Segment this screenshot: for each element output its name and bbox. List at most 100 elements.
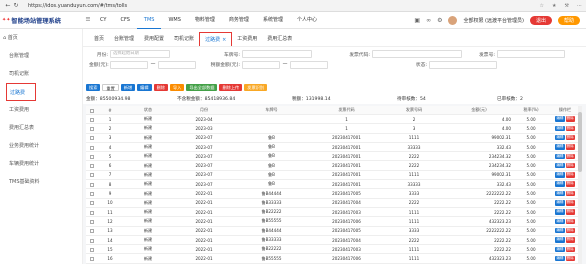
- sidebar-item-home[interactable]: ⌂ 首页: [0, 29, 82, 47]
- add-button[interactable]: 新增: [120, 83, 136, 92]
- row-checkbox[interactable]: [86, 114, 98, 125]
- row-edit-button[interactable]: 编辑: [555, 227, 565, 234]
- amount-max-input[interactable]: [158, 60, 196, 69]
- top-menu-materials[interactable]: 物料管理: [188, 12, 222, 29]
- more-icon[interactable]: ⋯: [577, 3, 582, 9]
- amount-min-input[interactable]: [110, 60, 148, 69]
- row-delete-button[interactable]: 删除: [565, 200, 575, 206]
- row-checkbox[interactable]: [86, 235, 98, 246]
- row-edit-button[interactable]: 编辑: [555, 125, 565, 132]
- refresh-icon[interactable]: ↻: [12, 2, 20, 10]
- column-header[interactable]: 金额(元): [444, 106, 514, 115]
- row-edit-button[interactable]: 编辑: [555, 255, 565, 262]
- star-icon[interactable]: ☆: [540, 3, 544, 9]
- row-checkbox[interactable]: [86, 170, 98, 181]
- row-edit-button[interactable]: 编辑: [555, 162, 565, 169]
- column-header[interactable]: 发票代码: [309, 106, 384, 115]
- link-icon[interactable]: ∞: [426, 17, 431, 24]
- row-checkbox[interactable]: [86, 216, 98, 227]
- row-edit-button[interactable]: 编辑: [555, 190, 565, 197]
- table-row[interactable]: 16 新建 2022-01 鲁B55555 20230417006 1111 432323.…: [86, 253, 582, 264]
- tab-wage-cost[interactable]: 工资费用: [232, 32, 262, 46]
- sidebar-item-driver-account[interactable]: 司机记账: [0, 65, 82, 83]
- avatar[interactable]: [448, 15, 458, 25]
- table-row[interactable]: 8 新建 2023-07 鲁B 20230417001 33333 332.43 5.00 编辑…: [86, 179, 582, 190]
- row-delete-button[interactable]: 删除: [565, 153, 575, 160]
- row-delete-button[interactable]: 删除: [565, 227, 575, 234]
- row-edit-button[interactable]: 编辑: [555, 134, 565, 141]
- table-scrollbar[interactable]: [578, 106, 582, 264]
- top-menu-tms[interactable]: TMS: [136, 12, 162, 29]
- table-row[interactable]: 6 新建 2023-07 鲁B 20230417001 2222 234234.32 5.00…: [86, 160, 582, 171]
- help-button[interactable]: 帮助: [557, 15, 580, 25]
- row-checkbox[interactable]: [86, 123, 98, 134]
- column-header[interactable]: 税率(%): [514, 106, 548, 115]
- sidebar-item-ledger[interactable]: 台账管理: [0, 47, 82, 65]
- table-row[interactable]: 4 新建 2023-07 鲁B 20230417001 33333 332.43 5.00 编辑…: [86, 142, 582, 153]
- collapse-menu-icon[interactable]: ☰: [83, 12, 93, 29]
- sidebar-item-tolls[interactable]: 过路费: [6, 83, 36, 101]
- row-checkbox[interactable]: [86, 244, 98, 255]
- sidebar-item-business-cost-stats[interactable]: 业务费用统计: [0, 137, 82, 155]
- row-checkbox[interactable]: [86, 198, 98, 208]
- row-delete-button[interactable]: 删除: [565, 134, 575, 141]
- row-edit-button[interactable]: 编辑: [555, 181, 565, 187]
- row-delete-button[interactable]: 删除: [565, 181, 575, 187]
- row-checkbox[interactable]: [86, 160, 98, 171]
- row-delete-button[interactable]: 删除: [565, 162, 575, 169]
- row-checkbox[interactable]: [86, 142, 98, 153]
- row-delete-button[interactable]: 删除: [565, 218, 575, 225]
- table-row[interactable]: 9 新建 2022-01 鲁B44444 20230417005 3333 2222222.…: [86, 188, 582, 199]
- row-delete-button[interactable]: 删除: [565, 116, 575, 122]
- top-menu-wms[interactable]: WMS: [161, 12, 187, 29]
- tab-cost-config[interactable]: 费用配置: [139, 32, 169, 46]
- tab-cost-summary[interactable]: 费用汇总表: [262, 32, 297, 46]
- row-edit-button[interactable]: 编辑: [555, 209, 565, 215]
- import-button[interactable]: 导入: [169, 83, 185, 92]
- tax-max-input[interactable]: [290, 60, 328, 69]
- row-edit-button[interactable]: 编辑: [555, 200, 565, 206]
- table-row[interactable]: 11 新建 2022-01 鲁B22222 20230417003 1111 2222.22…: [86, 207, 582, 218]
- tab-home[interactable]: 首页: [89, 32, 109, 46]
- delete-button[interactable]: 删除: [153, 83, 168, 92]
- search-button[interactable]: 搜索: [86, 83, 101, 92]
- table-row[interactable]: 7 新建 2023-07 鲁B 20230417001 1111 99002.31 5.00 编…: [86, 170, 582, 181]
- row-edit-button[interactable]: 编辑: [555, 246, 565, 253]
- row-delete-button[interactable]: 删除: [565, 237, 575, 243]
- tab-ledger[interactable]: 台账管理: [109, 32, 139, 46]
- favorites-icon[interactable]: ★: [552, 3, 556, 9]
- top-menu-personal[interactable]: 个人中心: [290, 12, 324, 29]
- column-header[interactable]: 状态: [122, 106, 174, 115]
- row-delete-button[interactable]: 删除: [565, 190, 575, 197]
- row-edit-button[interactable]: 编辑: [555, 153, 565, 160]
- row-delete-button[interactable]: 删除: [565, 246, 575, 253]
- sidebar-item-wage-cost[interactable]: 工资费用: [0, 101, 82, 119]
- back-icon[interactable]: ←: [4, 2, 12, 10]
- row-delete-button[interactable]: 删除: [565, 144, 575, 150]
- address-bar[interactable]: https://idos.yuanduyun.com/#/tms/tolls: [28, 2, 127, 10]
- extensions-icon[interactable]: ⚒: [565, 3, 569, 9]
- sidebar-item-tms-basic-data[interactable]: TMS基础资料: [0, 173, 82, 191]
- column-header[interactable]: 车牌号: [234, 106, 309, 115]
- invoice-code-input[interactable]: [372, 50, 462, 59]
- row-checkbox[interactable]: [86, 253, 98, 264]
- top-menu-cfs[interactable]: CFS: [113, 12, 136, 29]
- row-delete-button[interactable]: 删除: [565, 255, 575, 262]
- tax-min-input[interactable]: [242, 60, 280, 69]
- reset-button[interactable]: 重置: [102, 83, 119, 92]
- tab-tolls[interactable]: 过路费 ×: [199, 32, 233, 46]
- plate-input[interactable]: [242, 50, 312, 59]
- row-checkbox[interactable]: [86, 207, 98, 218]
- table-row[interactable]: 13 新建 2022-01 鲁B44444 20230417005 3333 2222222…: [86, 226, 582, 236]
- top-menu-business[interactable]: 商务管理: [222, 12, 256, 29]
- table-row[interactable]: 10 新建 2022-01 鲁B33333 20230417004 2222 2222.22…: [86, 198, 582, 208]
- table-row[interactable]: 14 新建 2022-01 鲁B33333 20230417004 2222 2222.22…: [86, 235, 582, 246]
- logout-button[interactable]: 退出: [529, 15, 552, 25]
- status-select[interactable]: [429, 60, 497, 69]
- top-menu-system[interactable]: 系统管理: [256, 12, 290, 29]
- column-header[interactable]: 月份: [174, 106, 234, 115]
- invoice-ocr-button[interactable]: 发票识别: [244, 83, 268, 92]
- export-all-button[interactable]: 导出全部数据: [186, 83, 218, 92]
- tab-driver-account[interactable]: 司机记账: [169, 32, 199, 46]
- sidebar-item-cost-summary[interactable]: 费用汇总表: [0, 119, 82, 137]
